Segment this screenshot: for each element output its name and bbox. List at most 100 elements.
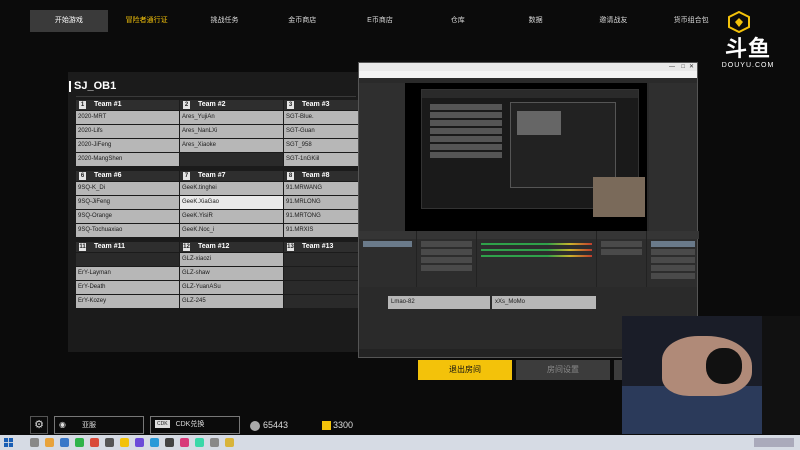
- team-header: 6 Team #6: [76, 171, 179, 181]
- player-slot[interactable]: GeeK.YisiR: [180, 210, 283, 223]
- player-slot[interactable]: 2020-JiFeng: [76, 139, 179, 152]
- os-taskbar: [0, 435, 800, 450]
- e-coin-balance: 3300: [322, 416, 353, 434]
- region-selector[interactable]: ◉ 亚服: [54, 416, 144, 434]
- app-icon[interactable]: [210, 438, 219, 447]
- streamer-webcam: [622, 316, 800, 434]
- tab-start-game[interactable]: 开始游戏: [30, 10, 108, 32]
- team-card: 1 Team #1 2020-MRT 2020-Lifs 2020-JiFeng …: [76, 100, 179, 166]
- player-slot[interactable]: 2020-Lifs: [76, 125, 179, 138]
- coin-balance: 65443: [250, 416, 288, 434]
- room-title: SJ_OB1: [68, 80, 117, 92]
- team-card: 11 Team #11 ErY-Layman ErY-Death ErY-Koze…: [76, 242, 179, 308]
- player-slot[interactable]: ErY-Death: [76, 281, 179, 294]
- player-slot-empty[interactable]: [180, 153, 283, 166]
- mouse-icon: [706, 348, 742, 384]
- cdk-icon: CDK: [155, 420, 170, 429]
- app-icon[interactable]: [180, 438, 189, 447]
- tab-battle-pass[interactable]: 冒险者通行证: [108, 10, 186, 32]
- douyu-watermark-logo: 斗鱼 DOUYU.COM: [721, 36, 775, 69]
- tab-e-shop[interactable]: E币商店: [341, 10, 419, 32]
- obs-dock: [359, 231, 699, 287]
- transitions-panel[interactable]: [597, 231, 647, 287]
- nested-list: [430, 104, 502, 160]
- audio-meter: [481, 249, 592, 251]
- player-slot-self[interactable]: GeeK.XiaGao: [180, 196, 283, 209]
- app-icon[interactable]: [135, 438, 144, 447]
- player-slot-empty[interactable]: [76, 253, 179, 266]
- app-icon[interactable]: [225, 438, 234, 447]
- team-header: 12 Team #12: [180, 242, 283, 252]
- room-settings-button[interactable]: 房间设置: [516, 360, 610, 380]
- player-slot[interactable]: Ares_Xiaoke: [180, 139, 283, 152]
- main-nav: 开始游戏 冒险者通行证 挑战任务 金币商店 E币商店 仓库 数据 邀请战友 货币…: [30, 10, 730, 32]
- team-card: 12 Team #12 GLZ-xiaozi GLZ-shaw GLZ-YuanA…: [180, 242, 283, 308]
- taskbar-apps: [30, 438, 234, 447]
- player-slot[interactable]: Ares_YujiAn: [180, 111, 283, 124]
- audio-mixer-panel[interactable]: [477, 231, 597, 287]
- player-slot[interactable]: GLZ-xiaozi: [180, 253, 283, 266]
- coin-icon: [250, 420, 260, 431]
- obs-menubar[interactable]: [359, 71, 697, 78]
- player-slot[interactable]: GLZ-shaw: [180, 267, 283, 280]
- chat-icon[interactable]: [75, 438, 84, 447]
- tab-challenges[interactable]: 挑战任务: [186, 10, 264, 32]
- globe-icon: ◉: [59, 420, 66, 429]
- system-tray[interactable]: [754, 438, 794, 447]
- player-slot[interactable]: xXs_MoMo: [492, 296, 596, 309]
- folder-icon[interactable]: [45, 438, 54, 447]
- team-header: 11 Team #11: [76, 242, 179, 252]
- nested-nav: [422, 90, 638, 98]
- app-icon[interactable]: [150, 438, 159, 447]
- game-icon[interactable]: [90, 438, 99, 447]
- player-slot[interactable]: ErY-Kozey: [76, 295, 179, 308]
- controls-panel[interactable]: [647, 231, 699, 287]
- obs-icon[interactable]: [105, 438, 114, 447]
- player-slot[interactable]: Ares_NanLXi: [180, 125, 283, 138]
- player-slot[interactable]: GeeK.Noc_i: [180, 224, 283, 237]
- search-icon[interactable]: [30, 438, 39, 447]
- team-header: 1 Team #1: [76, 100, 179, 110]
- player-slot[interactable]: 2020-MangShen: [76, 153, 179, 166]
- sources-panel[interactable]: [417, 231, 477, 287]
- player-slot[interactable]: 9SQ-Tochuaxiao: [76, 224, 179, 237]
- rank-badge-icon[interactable]: [728, 11, 750, 33]
- nested-obs-window: [510, 102, 616, 188]
- tab-stats[interactable]: 数据: [497, 10, 575, 32]
- cdk-redeem-button[interactable]: CDK CDK兑换: [150, 416, 240, 434]
- player-slot[interactable]: ErY-Layman: [76, 267, 179, 280]
- gear-icon[interactable]: ⚙: [30, 416, 48, 434]
- player-slot[interactable]: 9SQ-K_Di: [76, 182, 179, 195]
- app-icon[interactable]: [195, 438, 204, 447]
- app-icon[interactable]: [165, 438, 174, 447]
- audio-meter: [481, 255, 592, 257]
- player-slot[interactable]: 9SQ-Orange: [76, 210, 179, 223]
- team-card: 2 Team #2 Ares_YujiAn Ares_NanLXi Ares_Xi…: [180, 100, 283, 166]
- audio-meter: [481, 243, 592, 245]
- app-icon[interactable]: [120, 438, 129, 447]
- leave-room-button[interactable]: 退出房间: [418, 360, 512, 380]
- maximize-icon[interactable]: □: [681, 63, 685, 71]
- tab-inventory[interactable]: 仓库: [419, 10, 497, 32]
- minimize-icon[interactable]: —: [669, 63, 675, 71]
- obs-window[interactable]: — □ ✕: [358, 62, 699, 358]
- obs-titlebar[interactable]: — □ ✕: [359, 63, 697, 71]
- bottom-bar: ⚙ ◉ 亚服 CDK CDK兑换 65443 3300: [30, 416, 590, 434]
- player-slot[interactable]: GLZ-YuanASu: [180, 281, 283, 294]
- player-slot[interactable]: GLZ-245: [180, 295, 283, 308]
- tab-gold-shop[interactable]: 金币商店: [263, 10, 341, 32]
- player-slot[interactable]: GeeK.tinghei: [180, 182, 283, 195]
- scenes-panel[interactable]: [359, 231, 417, 287]
- obs-camera-source: [593, 177, 645, 217]
- player-slot[interactable]: 2020-MRT: [76, 111, 179, 124]
- team-header: 7 Team #7: [180, 171, 283, 181]
- e-coin-icon: [322, 421, 331, 431]
- close-icon[interactable]: ✕: [689, 63, 694, 71]
- edge-icon[interactable]: [60, 438, 69, 447]
- tab-currency-bundle[interactable]: 货币组合包: [652, 10, 730, 32]
- player-slot[interactable]: 9SQ-JiFeng: [76, 196, 179, 209]
- windows-start-icon[interactable]: [4, 438, 13, 447]
- player-slot[interactable]: Lmao-82: [388, 296, 490, 309]
- team-card: 7 Team #7 GeeK.tinghei GeeK.XiaGao GeeK.Y…: [180, 171, 283, 237]
- tab-invite[interactable]: 邀请战友: [574, 10, 652, 32]
